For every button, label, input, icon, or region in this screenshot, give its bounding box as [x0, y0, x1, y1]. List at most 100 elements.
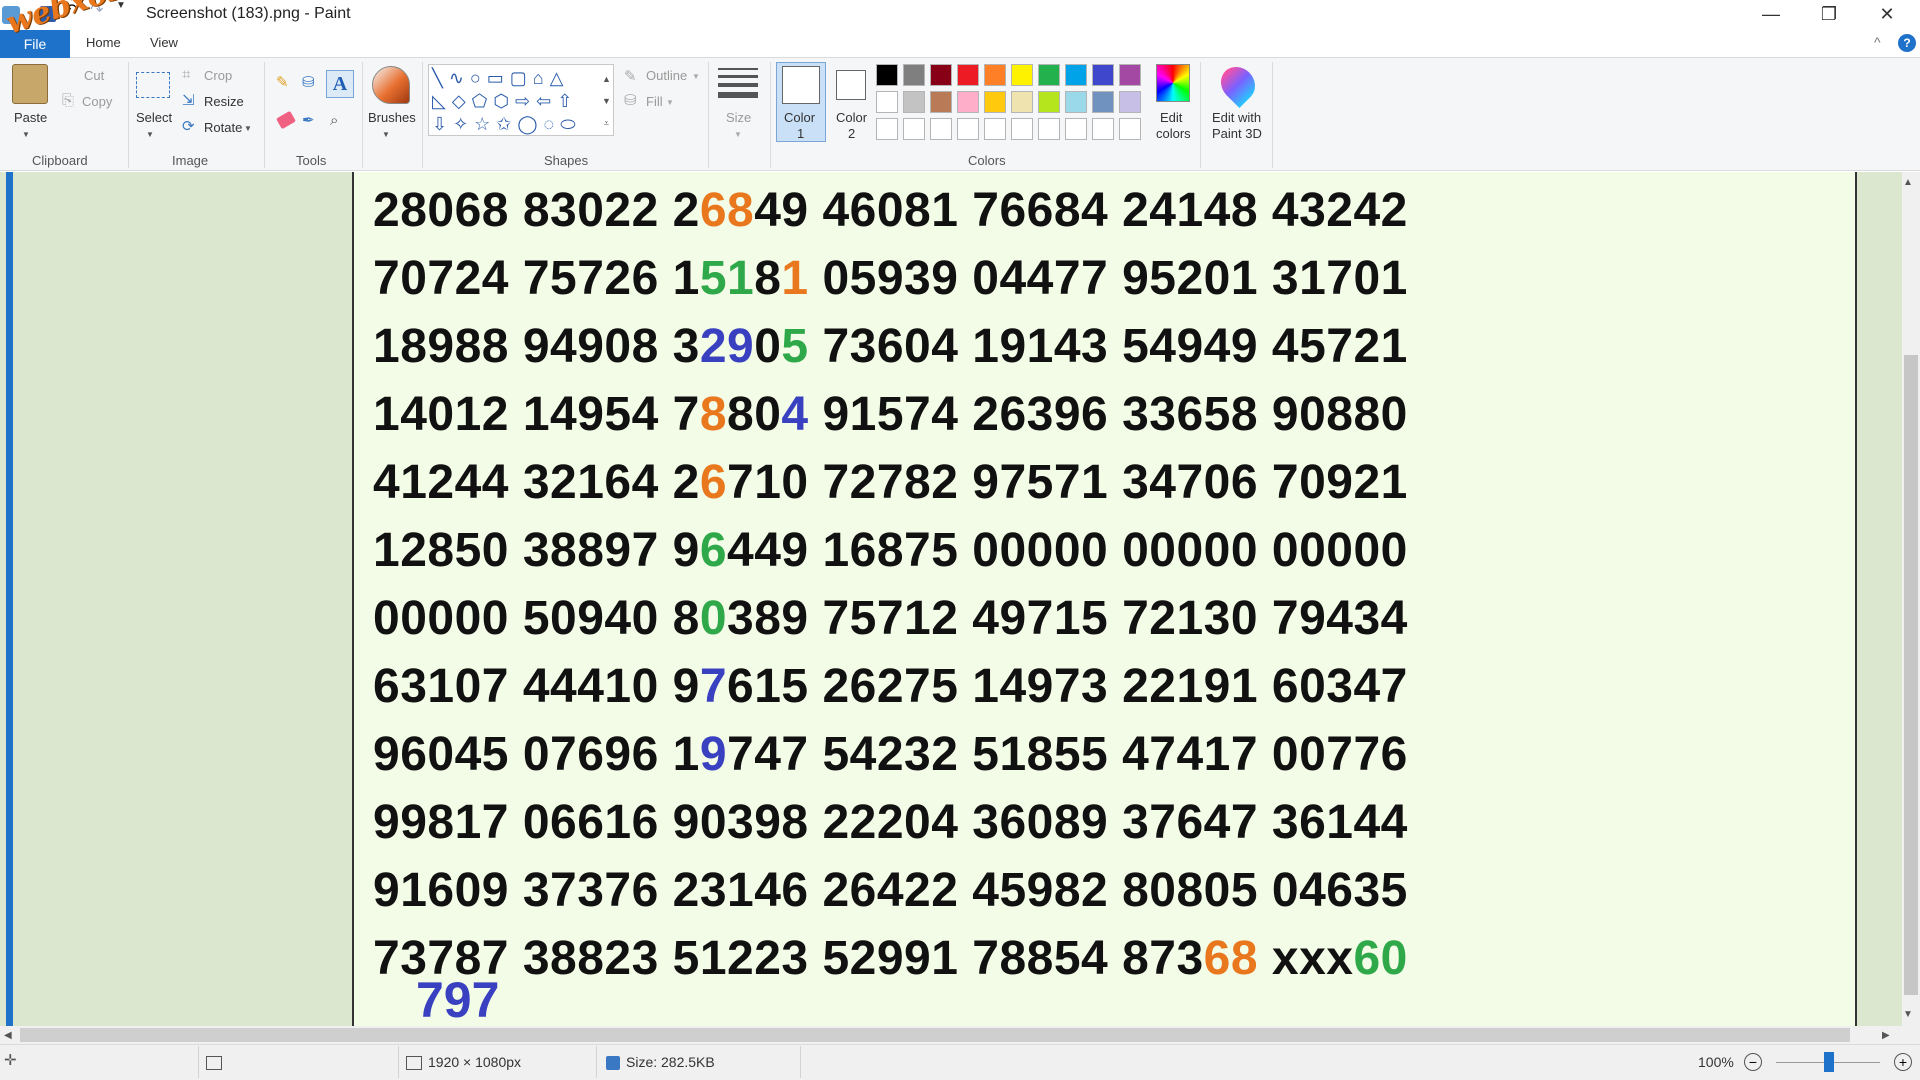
custom-color-slot[interactable] — [1038, 118, 1060, 140]
custom-color-slot[interactable] — [930, 118, 952, 140]
color-swatch[interactable] — [876, 64, 898, 86]
text-tool-icon[interactable]: A — [326, 70, 354, 98]
color-swatch[interactable] — [1038, 91, 1060, 113]
number-text: 91574 26396 33658 90880 — [808, 388, 1408, 441]
edit-colors-label-1[interactable]: Edit — [1160, 110, 1182, 125]
zoom-in-button[interactable]: + — [1894, 1053, 1912, 1071]
edit-with-paint-3d-label-2[interactable]: Paint 3D — [1212, 126, 1262, 141]
minimize-button[interactable]: — — [1742, 0, 1800, 30]
custom-color-slot[interactable] — [1119, 118, 1141, 140]
brushes-button[interactable]: Brushes — [368, 110, 416, 125]
fill-bucket-icon[interactable]: ⛁ — [302, 74, 315, 92]
custom-color-slot[interactable] — [984, 118, 1006, 140]
color-2-swatch[interactable] — [836, 70, 866, 100]
custom-color-slot[interactable] — [1065, 118, 1087, 140]
close-button[interactable]: ✕ — [1858, 0, 1916, 30]
color-swatch[interactable] — [1092, 91, 1114, 113]
shapes-row-3[interactable]: ⇩✧☆✩◯◌⬭ — [432, 113, 608, 135]
maximize-button[interactable]: ❐ — [1800, 0, 1858, 30]
resize-button[interactable]: Resize — [204, 94, 244, 109]
select-dropdown-icon[interactable]: ▼ — [146, 126, 154, 144]
zoom-out-button[interactable]: − — [1744, 1053, 1762, 1071]
scroll-left-icon[interactable]: ◀ — [4, 1027, 12, 1045]
size-dropdown-icon[interactable]: ▼ — [734, 126, 742, 144]
window-title: Screenshot (183).png - Paint — [146, 5, 351, 22]
color-swatch[interactable] — [1038, 64, 1060, 86]
custom-color-slot[interactable] — [1092, 118, 1114, 140]
help-icon[interactable]: ? — [1898, 34, 1916, 52]
color-swatch[interactable] — [1011, 64, 1033, 86]
tab-view[interactable]: View — [150, 35, 178, 50]
custom-color-slot[interactable] — [1011, 118, 1033, 140]
color-swatch[interactable] — [1011, 91, 1033, 113]
color-2-label[interactable]: Color — [836, 110, 867, 125]
outline-dropdown-icon[interactable]: ▼ — [692, 68, 700, 86]
tab-home[interactable]: Home — [86, 35, 121, 50]
cut-button[interactable]: Cut — [84, 68, 104, 83]
edit-with-paint-3d-label-1[interactable]: Edit with — [1212, 110, 1261, 125]
custom-color-slot[interactable] — [903, 118, 925, 140]
color-swatch[interactable] — [903, 91, 925, 113]
highlighted-digits: 6 — [699, 456, 728, 509]
fill-dropdown-icon[interactable]: ▼ — [666, 94, 674, 112]
select-button[interactable]: Select — [136, 110, 172, 125]
edit-colors-label-2[interactable]: colors — [1156, 126, 1191, 141]
color-swatch[interactable] — [876, 91, 898, 113]
color-swatch[interactable] — [1065, 64, 1087, 86]
color-swatch[interactable] — [984, 64, 1006, 86]
copy-button[interactable]: Copy — [82, 94, 112, 109]
number-text: 00000 50940 8 — [373, 592, 700, 645]
number-row: 96045 07696 19747 54232 51855 47417 0077… — [373, 727, 1408, 783]
vertical-scroll-thumb[interactable] — [1904, 355, 1918, 995]
number-text: 80 — [727, 388, 782, 441]
shapes-row-1[interactable]: ╲∿○▭▢⌂△ — [432, 67, 608, 89]
fill-button[interactable]: Fill — [646, 94, 663, 109]
highlighted-digits: 9 — [699, 728, 728, 781]
paste-button[interactable]: Paste — [14, 110, 47, 125]
highlighted-digits: 68 — [1203, 932, 1259, 985]
paste-icon[interactable] — [12, 64, 48, 104]
color-swatch[interactable] — [930, 91, 952, 113]
select-icon[interactable] — [136, 72, 170, 98]
collapse-ribbon-icon[interactable]: ^ — [1874, 34, 1881, 50]
color-swatch[interactable] — [984, 91, 1006, 113]
magnifier-icon[interactable]: ⌕ — [330, 112, 338, 130]
scroll-down-icon[interactable]: ▼ — [1903, 1006, 1913, 1024]
color-swatch[interactable] — [903, 64, 925, 86]
paste-dropdown-icon[interactable]: ▼ — [22, 126, 30, 144]
brushes-icon[interactable] — [372, 66, 410, 104]
number-row: 28068 83022 26849 46081 76684 24148 4324… — [373, 183, 1408, 239]
color-swatch[interactable] — [930, 64, 952, 86]
outline-button[interactable]: Outline — [646, 68, 687, 83]
horizontal-scroll-thumb[interactable] — [20, 1028, 1850, 1042]
custom-color-slot[interactable] — [957, 118, 979, 140]
color-swatch[interactable] — [1065, 91, 1087, 113]
number-text: 99817 06616 90398 22204 36089 37647 3614… — [373, 796, 1408, 849]
custom-color-slot[interactable] — [876, 118, 898, 140]
brushes-dropdown-icon[interactable]: ▼ — [382, 126, 390, 144]
number-row: 14012 14954 78804 91574 26396 33658 9088… — [373, 387, 1408, 443]
rotate-dropdown-icon[interactable]: ▼ — [244, 120, 252, 138]
pencil-icon[interactable]: ✎ — [276, 74, 289, 92]
number-text: 449 16875 00000 00000 00000 — [727, 524, 1408, 577]
ribbon-divider — [128, 62, 129, 168]
crop-button[interactable]: Crop — [204, 68, 232, 83]
zoom-slider-thumb[interactable] — [1824, 1052, 1834, 1072]
highlighted-digits: 0 — [699, 592, 728, 645]
scroll-up-icon[interactable]: ▲ — [1903, 174, 1913, 192]
color-swatch[interactable] — [1092, 64, 1114, 86]
shapes-scroll-icon[interactable]: ▲ ▼ ⩡ — [602, 68, 611, 134]
color-swatch[interactable] — [957, 64, 979, 86]
size-button[interactable]: Size — [726, 110, 751, 125]
color-swatch[interactable] — [1119, 64, 1141, 86]
rotate-button[interactable]: Rotate — [204, 120, 242, 135]
size-icon[interactable] — [718, 68, 758, 98]
color-swatch[interactable] — [957, 91, 979, 113]
color-swatch[interactable] — [1119, 91, 1141, 113]
number-text: 05939 04477 95201 31701 — [808, 252, 1408, 305]
ribbon-divider — [362, 62, 363, 168]
edit-colors-icon[interactable] — [1156, 64, 1190, 102]
scroll-right-icon[interactable]: ▶ — [1882, 1027, 1890, 1045]
shapes-row-2[interactable]: ◺◇⬠⬡⇨⇦⇧ — [432, 90, 608, 112]
color-picker-icon[interactable]: ✒ — [302, 112, 315, 130]
